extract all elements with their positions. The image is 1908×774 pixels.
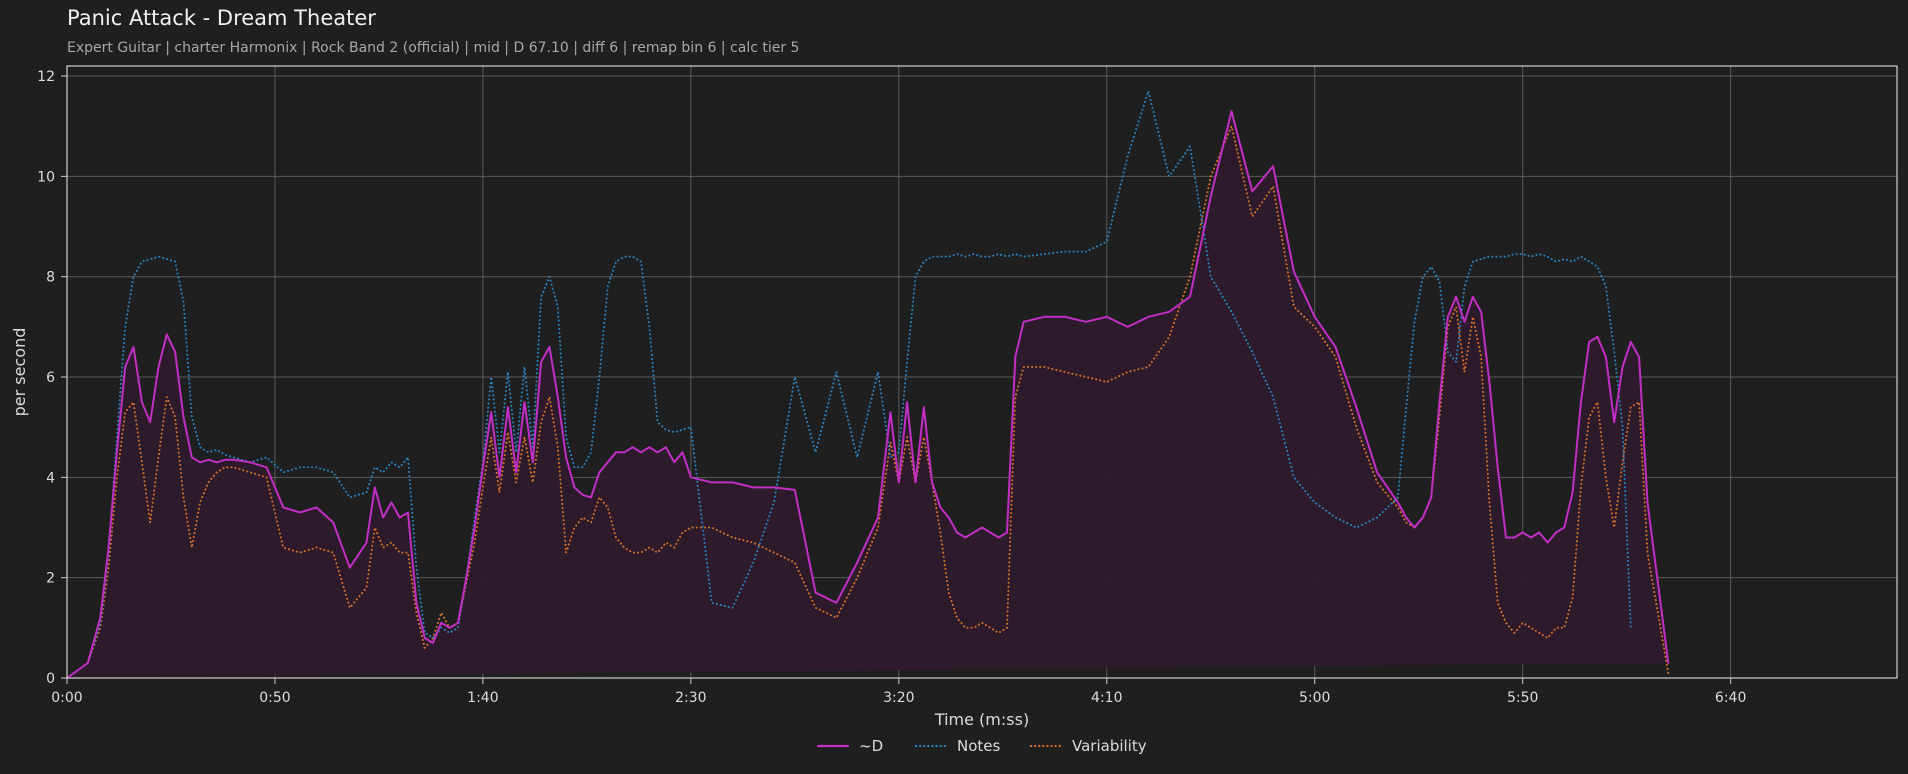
- y-tick: 0: [46, 671, 67, 687]
- x-tick-label: 4:10: [1091, 690, 1122, 706]
- y-tick-label: 2: [46, 571, 55, 587]
- y-tick: 10: [37, 169, 67, 185]
- y-axis-ticks: 0 2 4 6 8 10 12: [37, 69, 67, 687]
- legend: ~D Notes Variability: [816, 737, 1147, 755]
- d-area-fill: [67, 111, 1669, 679]
- x-tick-label: 6:40: [1715, 690, 1746, 706]
- x-tick: 3:20: [883, 678, 915, 706]
- legend-item: Notes: [914, 737, 1001, 755]
- y-tick: 4: [46, 470, 67, 486]
- y-tick-label: 10: [37, 169, 55, 185]
- y-tick: 2: [46, 571, 67, 587]
- x-tick-label: 3:20: [883, 690, 914, 706]
- x-tick-label: 0:00: [51, 690, 82, 706]
- legend-item: ~D: [816, 737, 883, 755]
- legend-label: ~D: [859, 737, 883, 755]
- x-tick: 5:00: [1299, 678, 1330, 706]
- x-tick: 5:50: [1507, 678, 1538, 706]
- y-tick: 6: [46, 370, 67, 386]
- legend-label: Notes: [957, 737, 1001, 755]
- x-axis-ticks: 0:00 0:50 1:40 2:30 3:20 4:10 5:00 5:50 6:40: [51, 678, 1746, 706]
- x-tick-label: 5:00: [1299, 690, 1330, 706]
- line-chart: 0:00 0:50 1:40 2:30 3:20 4:10 5:00 5:50 6:40 0 2 4…: [10, 65, 1898, 755]
- x-tick-label: 0:50: [259, 690, 290, 706]
- x-tick-label: 1:40: [467, 690, 498, 706]
- x-tick-label: 5:50: [1507, 690, 1538, 706]
- x-tick: 2:30: [675, 678, 707, 706]
- y-tick-label: 0: [46, 671, 55, 687]
- y-tick-label: 8: [46, 270, 55, 286]
- y-tick: 8: [46, 270, 67, 286]
- x-tick: 0:00: [51, 678, 83, 706]
- y-tick-label: 6: [46, 370, 55, 386]
- y-axis-label: per second: [10, 328, 29, 417]
- x-tick: 0:50: [259, 678, 291, 706]
- area-fill-layer: [67, 111, 1669, 679]
- x-axis-label: Time (m:ss): [934, 710, 1029, 729]
- y-tick-label: 12: [37, 69, 55, 85]
- x-tick: 4:10: [1091, 678, 1122, 706]
- x-tick: 6:40: [1715, 678, 1746, 706]
- legend-label: Variability: [1072, 737, 1147, 755]
- x-tick: 1:40: [467, 678, 499, 706]
- x-tick-label: 2:30: [675, 690, 706, 706]
- y-tick: 12: [37, 69, 67, 85]
- y-tick-label: 4: [46, 470, 55, 486]
- legend-item: Variability: [1029, 737, 1147, 755]
